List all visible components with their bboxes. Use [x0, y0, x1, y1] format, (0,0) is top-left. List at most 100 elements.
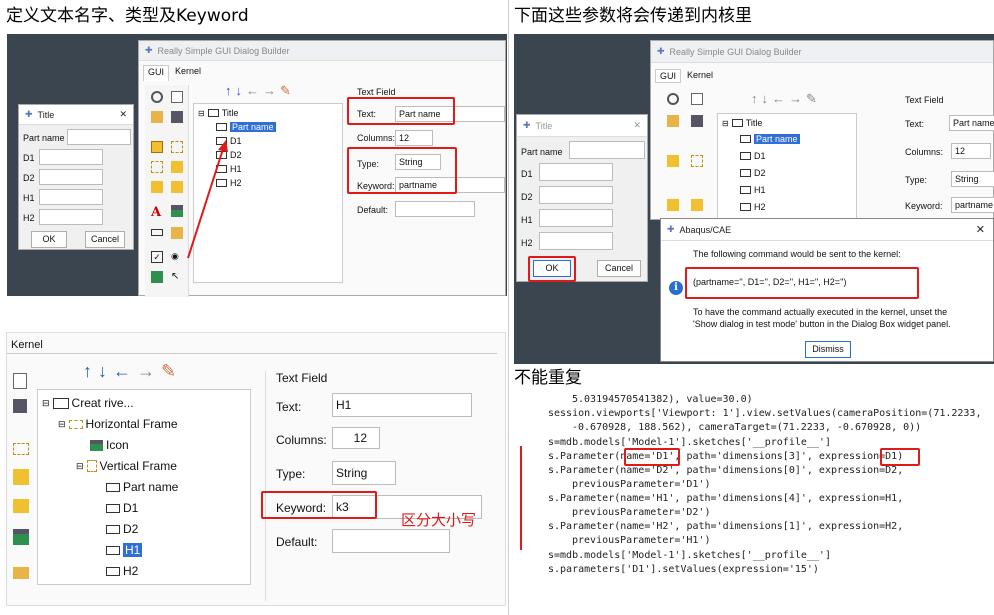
save-icon[interactable]	[171, 111, 183, 123]
tree-root[interactable]: ⊟ Creat rive...	[42, 396, 134, 410]
right-arrow-icon[interactable]: →	[789, 91, 806, 106]
tree-item-h2[interactable]: H2	[106, 564, 138, 578]
tree-item-d2[interactable]: D2	[740, 168, 766, 178]
input-h2[interactable]	[539, 232, 613, 250]
input-h1[interactable]	[39, 189, 103, 205]
folder2-icon[interactable]	[171, 181, 183, 193]
input-d2[interactable]	[539, 186, 613, 204]
open-folder-icon[interactable]	[667, 115, 679, 127]
folder-icon[interactable]	[667, 199, 679, 211]
stopwatch-icon[interactable]	[667, 93, 679, 105]
tab-kernel[interactable]: Kernel	[683, 69, 717, 83]
tree-vframe[interactable]: ⊟ Vertical Frame	[76, 459, 177, 473]
radio-icon[interactable]: ◉	[171, 251, 183, 263]
grid-icon[interactable]	[13, 469, 29, 485]
new-file-icon[interactable]	[171, 91, 183, 103]
left-arrow-icon[interactable]: ←	[246, 83, 263, 98]
input-h2[interactable]	[39, 209, 103, 225]
hframe-icon[interactable]	[171, 141, 183, 153]
image-icon[interactable]	[171, 205, 183, 217]
type-select[interactable]: String	[332, 461, 396, 485]
folder-icon[interactable]	[13, 499, 29, 513]
close-icon[interactable]: ✕	[119, 109, 127, 120]
default-input[interactable]	[332, 529, 450, 553]
hframe-icon[interactable]	[691, 155, 703, 167]
label-d1: D1	[23, 153, 35, 163]
dismiss-button[interactable]: Dismiss	[805, 341, 851, 358]
tab-gui[interactable]: GUI	[655, 69, 682, 83]
tab-kernel[interactable]: Kernel	[171, 65, 205, 81]
tree-icon[interactable]: Icon	[90, 438, 129, 452]
textfield-group-label: Text Field	[905, 95, 944, 105]
folder2-icon[interactable]	[691, 199, 703, 211]
right-arrow-icon[interactable]: →	[263, 83, 280, 98]
tree-item-part-name[interactable]: Part name	[216, 122, 276, 132]
panel-q3: Kernel ↑↓←→✎ ⊟ Creat rive... ⊟ Horizontal …	[6, 332, 506, 606]
columns-spinner[interactable]: 12	[395, 130, 433, 146]
open-folder-icon[interactable]	[151, 111, 163, 123]
down-arrow-icon[interactable]: ↓	[98, 361, 113, 381]
text-input[interactable]: H1	[332, 393, 472, 417]
checkbox-icon[interactable]: ✓	[151, 251, 163, 263]
cancel-button[interactable]: Cancel	[85, 231, 125, 248]
file-open-icon[interactable]	[171, 227, 183, 239]
cancel-button[interactable]: Cancel	[597, 260, 641, 277]
tree-item-d1[interactable]: D1	[740, 151, 766, 161]
up-arrow-icon[interactable]: ↑	[225, 83, 236, 98]
left-arrow-icon[interactable]: ←	[772, 91, 789, 106]
frame-icon[interactable]	[667, 155, 679, 167]
tree-item-d2[interactable]: D2	[106, 522, 138, 536]
label-icon[interactable]: A	[151, 205, 163, 220]
input-d1[interactable]	[539, 163, 613, 181]
input-part-name[interactable]	[569, 141, 645, 159]
tree-hframe[interactable]: ⊟ Horizontal Frame	[58, 417, 178, 431]
close-icon[interactable]: ✕	[633, 120, 641, 131]
left-arrow-icon[interactable]: ←	[113, 361, 137, 381]
up-arrow-icon[interactable]: ↑	[83, 361, 98, 381]
right-arrow-icon[interactable]: →	[137, 361, 161, 381]
new-file-icon[interactable]	[691, 93, 703, 105]
down-arrow-icon[interactable]: ↓	[762, 91, 773, 106]
columns-spinner[interactable]: 12	[951, 143, 991, 159]
folder-icon[interactable]	[151, 181, 163, 193]
save-icon[interactable]	[691, 115, 703, 127]
tree-root[interactable]: ⊟ Title	[722, 118, 762, 128]
tree-root[interactable]: ⊟ Title	[198, 108, 238, 118]
textfield-icon[interactable]	[151, 229, 163, 236]
tree-item-h1[interactable]: H1	[106, 543, 143, 557]
hframe-icon[interactable]	[13, 443, 29, 455]
stopwatch-icon[interactable]	[151, 91, 163, 103]
input-d2[interactable]	[39, 169, 103, 185]
type-select[interactable]: String	[951, 171, 994, 187]
close-icon[interactable]: ✕	[976, 223, 985, 236]
down-arrow-icon[interactable]: ↓	[236, 83, 247, 98]
eraser-icon[interactable]: ✎	[806, 91, 821, 106]
tree-item-part-name[interactable]: Part name	[740, 134, 800, 144]
input-h1[interactable]	[539, 209, 613, 227]
frame-icon[interactable]	[151, 141, 163, 153]
columns-spinner[interactable]: 12	[332, 427, 380, 449]
tree-item-d1[interactable]: D1	[106, 501, 138, 515]
input-part-name[interactable]	[67, 129, 131, 145]
tab-gui[interactable]: GUI	[143, 65, 170, 81]
group-icon[interactable]	[151, 161, 163, 173]
up-arrow-icon[interactable]: ↑	[751, 91, 762, 106]
kernel-tab[interactable]: Kernel	[7, 337, 497, 354]
image-icon[interactable]	[13, 529, 29, 545]
tree-item-h2[interactable]: H2	[740, 202, 766, 212]
input-d1[interactable]	[39, 149, 103, 165]
grid-icon[interactable]	[171, 161, 183, 173]
eraser-icon[interactable]: ✎	[280, 83, 295, 98]
ok-button[interactable]: OK	[31, 231, 67, 248]
tree-item-part-name[interactable]: Part name	[106, 480, 178, 494]
tree-item-h1[interactable]: H1	[740, 185, 766, 195]
new-file-icon[interactable]	[13, 373, 27, 389]
keyword-input[interactable]: partname	[951, 197, 994, 213]
slider-icon[interactable]	[151, 271, 163, 283]
save-icon[interactable]	[13, 399, 27, 413]
default-input[interactable]	[395, 201, 475, 217]
cursor-icon[interactable]: ↖	[171, 271, 183, 283]
eraser-icon[interactable]: ✎	[161, 361, 182, 381]
text-input[interactable]: Part name	[949, 115, 994, 131]
file-open-icon[interactable]	[13, 567, 29, 579]
